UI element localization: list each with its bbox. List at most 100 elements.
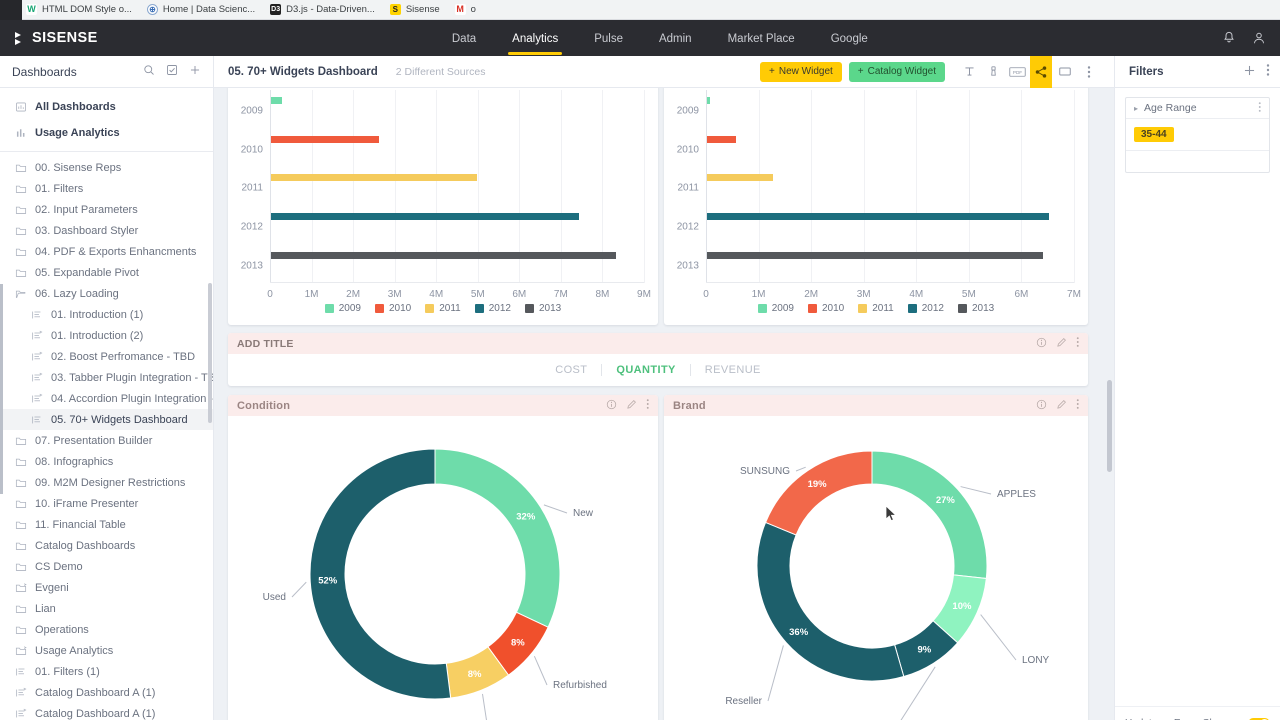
sidebar-item-lian[interactable]: Lian — [0, 598, 213, 619]
sidebar-item-catalog-dashboard-a-1[interactable]: Catalog Dashboard A (1) — [0, 682, 213, 703]
legend-item-2012[interactable]: 2012 — [474, 303, 511, 314]
more-options-icon[interactable] — [1076, 336, 1080, 351]
sidebar-item-09-m2m-designer-restrictions[interactable]: 09. M2M Designer Restrictions — [0, 472, 213, 493]
sidebar-item-05-70-widgets-dashboard[interactable]: 05. 70+ Widgets Dashboard — [0, 409, 213, 430]
bar-2010[interactable] — [271, 135, 380, 143]
info-icon[interactable] — [1036, 399, 1047, 413]
sidebar-item-02-input-parameters[interactable]: 02. Input Parameters — [0, 199, 213, 220]
bar-2012[interactable] — [707, 213, 1049, 221]
sidebar-item-01-filters-1[interactable]: 01. Filters (1) — [0, 661, 213, 682]
sidebar-item-01-filters[interactable]: 01. Filters — [0, 178, 213, 199]
nav-item-google[interactable]: Google — [813, 23, 886, 54]
bar-2013[interactable] — [271, 251, 616, 259]
horizontal-bar-chart[interactable]: 0 1M 2M 3M 4M 5M 6M 7M 8M 9M 2009 2010 2011 2012 2013 2… — [228, 88, 658, 325]
filter-header[interactable]: ▸ Age Range — [1126, 98, 1269, 119]
catalog-widget-button[interactable]: + Catalog Widget — [848, 61, 945, 82]
legend-item-2010[interactable]: 2010 — [807, 303, 844, 314]
sidebar-item-evgeni[interactable]: Evgeni — [0, 577, 213, 598]
dashboard-styler-icon[interactable] — [982, 58, 1004, 86]
sidebar-item-catalog-dashboards[interactable]: Catalog Dashboards — [0, 535, 213, 556]
sidebar-item-usage-analytics[interactable]: Usage Analytics — [0, 120, 213, 146]
more-options-icon[interactable] — [1076, 398, 1080, 413]
sidebar-item-05-expandable-pivot[interactable]: 05. Expandable Pivot — [0, 262, 213, 283]
bar-2009[interactable] — [707, 97, 710, 105]
edit-pencil-icon[interactable] — [626, 399, 637, 413]
pdf-export-icon[interactable]: PDF — [1006, 58, 1028, 86]
nav-item-admin[interactable]: Admin — [641, 23, 710, 54]
donut-slice-Used[interactable] — [309, 448, 452, 700]
browser-tab-active[interactable]: S Sisense — [386, 4, 451, 15]
sidebar-item-08-infographics[interactable]: 08. Infographics — [0, 451, 213, 472]
text-widget-icon[interactable] — [958, 58, 980, 86]
sidebar-item-10-iframe-presenter[interactable]: 10. iFrame Presenter — [0, 493, 213, 514]
nav-item-pulse[interactable]: Pulse — [576, 23, 641, 54]
bar-2011[interactable] — [707, 174, 773, 182]
legend-item-2012[interactable]: 2012 — [907, 303, 944, 314]
checkbox-select-icon[interactable] — [166, 64, 178, 79]
nav-item-market-place[interactable]: Market Place — [710, 23, 813, 54]
tab-cost[interactable]: COST — [541, 364, 603, 376]
nav-item-data[interactable]: Data — [434, 23, 494, 54]
donut-slice-Reseller[interactable] — [756, 521, 905, 682]
donut-chart-brand[interactable]: 27%APPLES10%LONY9%MINITENDO36%Reseller19… — [664, 416, 1088, 720]
legend-item-2011[interactable]: 2011 — [425, 303, 461, 314]
sidebar-item-00-sisense-reps[interactable]: 00. Sisense Reps — [0, 157, 213, 178]
sidebar-item-04-accordion-plugin-integration-tbd[interactable]: 04. Accordion Plugin Integration - TBD — [0, 388, 213, 409]
more-options-icon[interactable] — [1258, 101, 1262, 116]
legend-item-2011[interactable]: 2011 — [858, 303, 894, 314]
donut-slice-New[interactable] — [434, 448, 561, 628]
bar-2012[interactable] — [271, 213, 579, 221]
nav-item-analytics[interactable]: Analytics — [494, 23, 576, 55]
share-icon[interactable] — [1030, 55, 1052, 95]
sidebar-item-04-pdf-exports-enhancments[interactable]: 04. PDF & Exports Enhancments — [0, 241, 213, 262]
legend-item-2009[interactable]: 2009 — [324, 303, 361, 314]
bar-2013[interactable] — [707, 251, 1044, 259]
search-icon[interactable] — [143, 64, 155, 79]
bar-2010[interactable] — [707, 135, 736, 143]
info-icon[interactable] — [1036, 337, 1047, 351]
user-avatar-icon[interactable] — [1252, 31, 1266, 45]
legend-item-2010[interactable]: 2010 — [374, 303, 411, 314]
sidebar-item-03-tabber-plugin-integration-tbd[interactable]: 03. Tabber Plugin Integration - TBD — [0, 367, 213, 388]
plus-icon[interactable] — [189, 64, 201, 79]
sidebar-item-usage-analytics[interactable]: Usage Analytics — [0, 640, 213, 661]
donut-slice-SUNSUNG[interactable] — [764, 450, 873, 536]
edit-pencil-icon[interactable] — [1056, 337, 1067, 351]
sidebar-item-all-dashboards[interactable]: All Dashboards — [0, 94, 213, 120]
sidebar-item-02-boost-perfromance-tbd[interactable]: 02. Boost Perfromance - TBD — [0, 346, 213, 367]
sidebar-item-06-lazy-loading[interactable]: 06. Lazy Loading — [0, 283, 213, 304]
sidebar-item-01-introduction-2[interactable]: 01. Introduction (2) — [0, 325, 213, 346]
horizontal-bar-chart[interactable]: 0 1M 2M 3M 4M 5M 6M 7M 2009 2010 2011 2012 2013 2009 2… — [664, 88, 1088, 325]
more-options-icon[interactable] — [1078, 58, 1100, 86]
sidebar-item-catalog-dashboard-a-1[interactable]: Catalog Dashboard A (1) — [0, 703, 213, 720]
filter-chip-age-range[interactable]: 35-44 — [1134, 127, 1174, 142]
sidebar-item-07-presentation-builder[interactable]: 07. Presentation Builder — [0, 430, 213, 451]
sidebar-scrollbar[interactable] — [208, 283, 212, 423]
sidebar-item-01-introduction-1[interactable]: 01. Introduction (1) — [0, 304, 213, 325]
info-icon[interactable] — [606, 399, 617, 413]
more-options-icon[interactable] — [1266, 63, 1270, 80]
more-options-icon[interactable] — [646, 398, 650, 413]
donut-chart-condition[interactable]: 32%New8%Refurbished8%Unspecified52%Used — [228, 416, 658, 720]
sidebar-item-operations[interactable]: Operations — [0, 619, 213, 640]
chevron-right-icon[interactable]: ▸ — [1134, 104, 1138, 113]
sisense-logo[interactable]: SISENSE — [14, 30, 98, 46]
tab-revenue[interactable]: REVENUE — [691, 364, 775, 376]
canvas-scrollbar[interactable] — [1107, 380, 1112, 472]
bar-2009[interactable] — [271, 97, 283, 105]
bar-2011[interactable] — [271, 174, 477, 182]
sidebar-item-11-financial-table[interactable]: 11. Financial Table — [0, 514, 213, 535]
browser-tab[interactable]: M o — [451, 4, 487, 15]
browser-tab[interactable]: D3 D3.js - Data-Driven... — [266, 4, 386, 15]
new-widget-button[interactable]: + New Widget — [760, 61, 842, 82]
tab-quantity[interactable]: QUANTITY — [602, 364, 691, 376]
present-mode-icon[interactable] — [1054, 58, 1076, 86]
legend-item-2009[interactable]: 2009 — [757, 303, 794, 314]
sidebar-item-03-dashboard-styler[interactable]: 03. Dashboard Styler — [0, 220, 213, 241]
browser-tab[interactable]: ⊕ Home | Data Scienc... — [143, 4, 266, 15]
plus-icon[interactable] — [1243, 64, 1256, 80]
notification-bell-icon[interactable] — [1222, 31, 1236, 45]
legend-item-2013[interactable]: 2013 — [525, 303, 561, 314]
browser-tab[interactable]: W HTML DOM Style o... — [22, 4, 143, 15]
legend-item-2013[interactable]: 2013 — [958, 303, 994, 314]
